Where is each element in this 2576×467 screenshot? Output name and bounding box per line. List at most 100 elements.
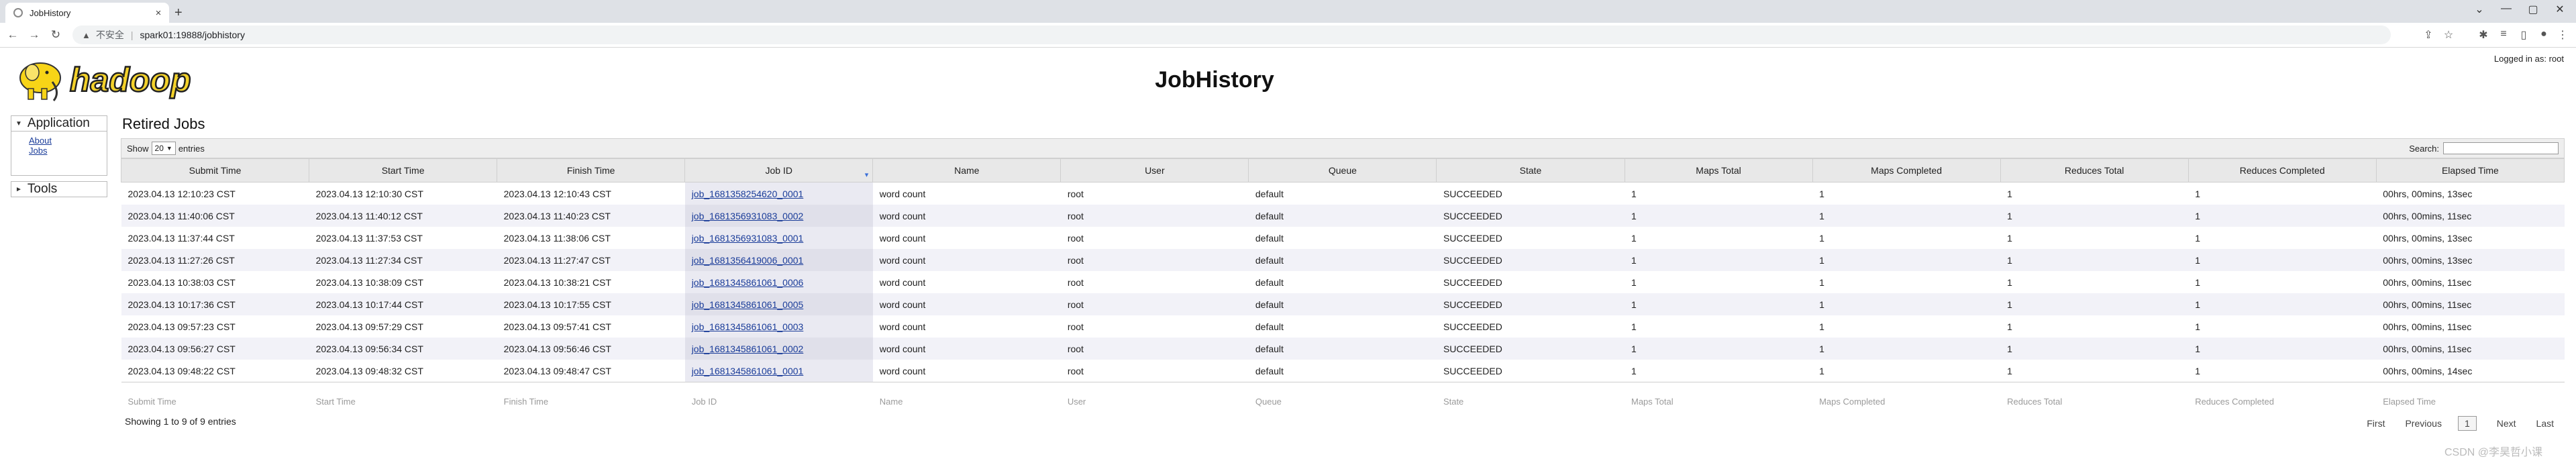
job-id-link[interactable]: job_1681345861061_0006 — [692, 277, 804, 288]
entries-select[interactable]: 20 ▼ — [151, 142, 176, 155]
cell-reduces-total: 1 — [2007, 365, 2012, 376]
column-header-submit-time[interactable]: Submit Time — [120, 158, 310, 183]
logo-text: hadoop — [70, 61, 191, 99]
filter-elapsed-time[interactable]: Elapsed Time — [2376, 382, 2565, 420]
url-field[interactable]: ▲ 不安全 | spark01:19888/jobhistory — [72, 25, 2391, 44]
close-window-button[interactable]: ✕ — [2550, 3, 2570, 16]
cell-finish-time: 2023.04.13 11:38:06 CST — [503, 232, 611, 244]
column-header-start-time[interactable]: Start Time — [309, 158, 498, 183]
cell-submit-time: 2023.04.13 09:57:23 CST — [127, 321, 236, 332]
cell-finish-time: 2023.04.13 10:38:21 CST — [503, 276, 611, 288]
cell-queue: default — [1248, 293, 1437, 315]
column-header-name[interactable]: Name — [872, 158, 1062, 183]
reading-list-icon[interactable]: ≡ — [2496, 28, 2511, 40]
profile-icon[interactable]: ● — [2536, 28, 2551, 40]
cell-reduces-total: 1 — [2007, 276, 2012, 288]
cell-state: SUCCEEDED — [1436, 293, 1625, 315]
cell-job-id: job_1681356419006_0001 — [684, 249, 873, 271]
nav-tools-label: Tools — [27, 182, 58, 196]
filter-queue[interactable]: Queue — [1248, 382, 1437, 420]
cell-start-time: 2023.04.13 11:27:34 CST — [309, 249, 497, 271]
cell-user: root — [1060, 338, 1249, 360]
new-tab-button[interactable]: + — [174, 5, 183, 21]
show-label: Show — [127, 143, 149, 154]
job-id-link[interactable]: job_1681356419006_0001 — [692, 255, 804, 266]
bookmark-star-icon[interactable]: ☆ — [2441, 28, 2456, 42]
first-page-button[interactable]: First — [2367, 418, 2385, 429]
cell-reduces-total: 1 — [2007, 232, 2012, 244]
column-header-maps-total[interactable]: Maps Total — [1624, 158, 1813, 183]
tab-close-icon[interactable]: × — [152, 7, 165, 19]
minimize-button[interactable]: — — [2496, 3, 2516, 15]
filter-reduces-completed[interactable]: Reduces Completed — [2188, 382, 2377, 420]
column-header-maps-completed[interactable]: Maps Completed — [1812, 158, 2001, 183]
column-header-user[interactable]: User — [1060, 158, 1249, 183]
filter-name[interactable]: Name — [872, 382, 1061, 420]
maximize-button[interactable]: ▢ — [2523, 3, 2543, 16]
job-id-link[interactable]: job_1681356931083_0001 — [692, 233, 804, 244]
extensions-icon[interactable]: ✱ — [2476, 28, 2491, 42]
cell-reduces-total: 1 — [2000, 293, 2189, 315]
menu-icon[interactable]: ⋮ — [2555, 28, 2570, 42]
filter-maps-total[interactable]: Maps Total — [1625, 382, 1813, 420]
job-id-link[interactable]: job_1681345861061_0001 — [692, 366, 804, 376]
jobs-table-container: Show 20 ▼ entries Search: Submit Time Sta… — [120, 138, 2565, 460]
cell-elapsed-time: 00hrs, 00mins, 11sec — [2376, 205, 2565, 227]
cell-queue: default — [1255, 276, 1284, 288]
side-panel-icon[interactable]: ▯ — [2516, 28, 2531, 42]
cell-start-time: 2023.04.13 09:57:29 CST — [315, 321, 423, 332]
cell-name: word count — [872, 293, 1061, 315]
cell-finish-time: 2023.04.13 10:17:55 CST — [497, 293, 685, 315]
filter-submit-time[interactable]: Submit Time — [121, 382, 309, 420]
column-header-finish-time[interactable]: Finish Time — [497, 158, 686, 183]
chevron-down-icon: ▼ — [166, 145, 172, 152]
job-id-link[interactable]: job_1681356931083_0002 — [692, 211, 804, 221]
nav-tools-header[interactable]: ► Tools — [11, 181, 107, 197]
cell-reduces-completed: 1 — [2188, 293, 2377, 315]
cell-queue: default — [1255, 188, 1284, 199]
previous-page-button[interactable]: Previous — [2405, 418, 2441, 429]
share-icon[interactable]: ⇪ — [2421, 28, 2436, 42]
nav-application-header[interactable]: ▼ Application — [11, 115, 107, 132]
cell-maps-completed: 1 — [1819, 276, 1824, 288]
filter-state[interactable]: State — [1436, 382, 1625, 420]
cell-job-id: job_1681356931083_0001 — [684, 227, 873, 249]
job-id-link[interactable]: job_1681358254620_0001 — [692, 189, 804, 199]
filter-finish-time[interactable]: Finish Time — [497, 382, 685, 420]
cell-name: word count — [879, 321, 926, 332]
filter-start-time[interactable]: Start Time — [309, 382, 497, 420]
nav-link-about[interactable]: About — [29, 136, 107, 146]
filter-reduces-total[interactable]: Reduces Total — [2000, 382, 2189, 420]
browser-tab[interactable]: JobHistory × — [5, 3, 169, 23]
current-page-button[interactable]: 1 — [2457, 416, 2477, 431]
tab-title: JobHistory — [30, 7, 71, 18]
hadoop-logo: hadoop — [19, 60, 192, 101]
caret-right-icon: ► — [15, 185, 22, 193]
address-bar: ← → ↻ ▲ 不安全 | spark01:19888/jobhistory ⇪… — [0, 23, 2576, 48]
tab-search-icon[interactable]: ⌄ — [2469, 3, 2489, 16]
next-page-button[interactable]: Next — [2497, 418, 2516, 429]
column-header-elapsed-time[interactable]: Elapsed Time — [2375, 158, 2565, 183]
cell-finish-time: 2023.04.13 09:56:46 CST — [497, 338, 685, 360]
cell-queue: default — [1255, 232, 1284, 244]
column-header-reduces-completed[interactable]: Reduces Completed — [2187, 158, 2377, 183]
filter-maps-completed[interactable]: Maps Completed — [1812, 382, 2001, 420]
table-row: 2023.04.13 11:27:26 CST 2023.04.13 11:27:… — [121, 249, 2565, 271]
job-id-link[interactable]: job_1681345861061_0003 — [692, 321, 804, 332]
filter-job-id[interactable]: Job ID — [684, 382, 873, 420]
column-header-reduces-total[interactable]: Reduces Total — [2000, 158, 2189, 183]
column-header-queue[interactable]: Queue — [1248, 158, 1437, 183]
column-header-state[interactable]: State — [1436, 158, 1625, 183]
job-id-link[interactable]: job_1681345861061_0002 — [692, 344, 804, 354]
forward-icon[interactable]: → — [27, 28, 42, 42]
back-icon[interactable]: ← — [5, 28, 20, 42]
cell-user: root — [1067, 321, 1084, 332]
nav-link-jobs[interactable]: Jobs — [29, 146, 107, 156]
search-input[interactable] — [2443, 142, 2559, 154]
filter-user[interactable]: User — [1060, 382, 1249, 420]
column-header-job-id[interactable]: Job ID — [684, 158, 874, 183]
reload-icon[interactable]: ↻ — [48, 28, 63, 42]
job-id-link[interactable]: job_1681345861061_0005 — [692, 299, 804, 310]
cell-maps-total: 1 — [1625, 293, 1813, 315]
last-page-button[interactable]: Last — [2536, 418, 2554, 429]
